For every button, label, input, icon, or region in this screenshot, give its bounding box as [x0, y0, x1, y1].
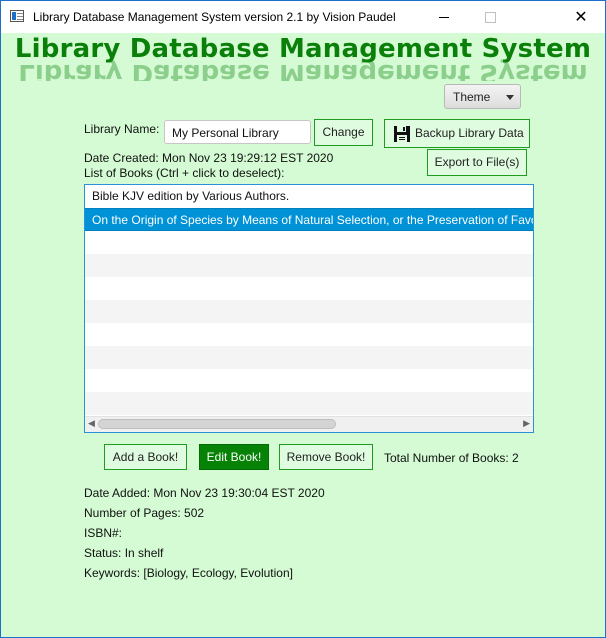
- add-book-button[interactable]: Add a Book!: [104, 444, 187, 470]
- list-item-empty: [85, 369, 533, 392]
- detail-status: Status: In shelf: [84, 546, 164, 560]
- maximize-icon: [484, 12, 496, 23]
- edit-book-button[interactable]: Edit Book!: [199, 444, 269, 470]
- detail-isbn: ISBN#:: [84, 526, 123, 540]
- list-item-empty: [85, 323, 533, 346]
- title-bar[interactable]: Library Database Management System versi…: [1, 1, 605, 33]
- window-title: Library Database Management System versi…: [33, 10, 396, 24]
- total-books-count: Total Number of Books: 2: [384, 451, 519, 465]
- scrollbar-thumb[interactable]: [98, 419, 336, 429]
- minimize-icon: [439, 17, 449, 18]
- book-list[interactable]: Bible KJV edition by Various Authors. On…: [84, 184, 534, 433]
- backup-library-label: Backup Library Data: [415, 126, 524, 140]
- list-item-empty: [85, 231, 533, 254]
- list-item-empty: [85, 392, 533, 415]
- minimize-button[interactable]: [421, 1, 467, 33]
- detail-date-added: Date Added: Mon Nov 23 19:30:04 EST 2020: [84, 486, 325, 500]
- close-button[interactable]: ✕: [557, 1, 605, 33]
- change-name-button[interactable]: Change: [314, 119, 373, 146]
- library-name-label: Library Name:: [84, 122, 160, 136]
- detail-pages: Number of Pages: 502: [84, 506, 205, 520]
- list-item-empty: [85, 277, 533, 300]
- backup-library-button[interactable]: Backup Library Data: [384, 119, 530, 148]
- maximize-button[interactable]: [467, 1, 513, 33]
- detail-keywords: Keywords: [Biology, Ecology, Evolution]: [84, 566, 293, 580]
- page-title-reflection: Library Database Management System: [1, 57, 605, 81]
- list-item[interactable]: Bible KJV edition by Various Authors.: [85, 185, 533, 208]
- theme-dropdown-label: Theme: [453, 90, 491, 104]
- export-files-button[interactable]: Export to File(s): [427, 149, 527, 176]
- book-list-label: List of Books (Ctrl + click to deselect)…: [84, 166, 285, 180]
- list-item-selected[interactable]: On the Origin of Species by Means of Nat…: [85, 208, 533, 231]
- scroll-right-icon[interactable]: ▶: [523, 420, 530, 429]
- app-window-icon: [10, 10, 24, 22]
- app-window: Library Database Management System versi…: [0, 0, 606, 638]
- chevron-down-icon: [506, 95, 514, 100]
- remove-book-button[interactable]: Remove Book!: [279, 444, 373, 470]
- page-title-reflection-text: Library Database Management System: [18, 58, 588, 81]
- list-item-empty: [85, 254, 533, 277]
- horizontal-scrollbar[interactable]: ◀ ▶: [85, 416, 533, 432]
- library-name-input[interactable]: My Personal Library: [164, 120, 311, 144]
- list-item-empty: [85, 346, 533, 369]
- scroll-left-icon[interactable]: ◀: [88, 420, 95, 429]
- list-item-empty: [85, 300, 533, 323]
- theme-dropdown[interactable]: Theme: [444, 84, 521, 109]
- save-disk-icon: [394, 126, 410, 142]
- date-created: Date Created: Mon Nov 23 19:29:12 EST 20…: [84, 151, 334, 165]
